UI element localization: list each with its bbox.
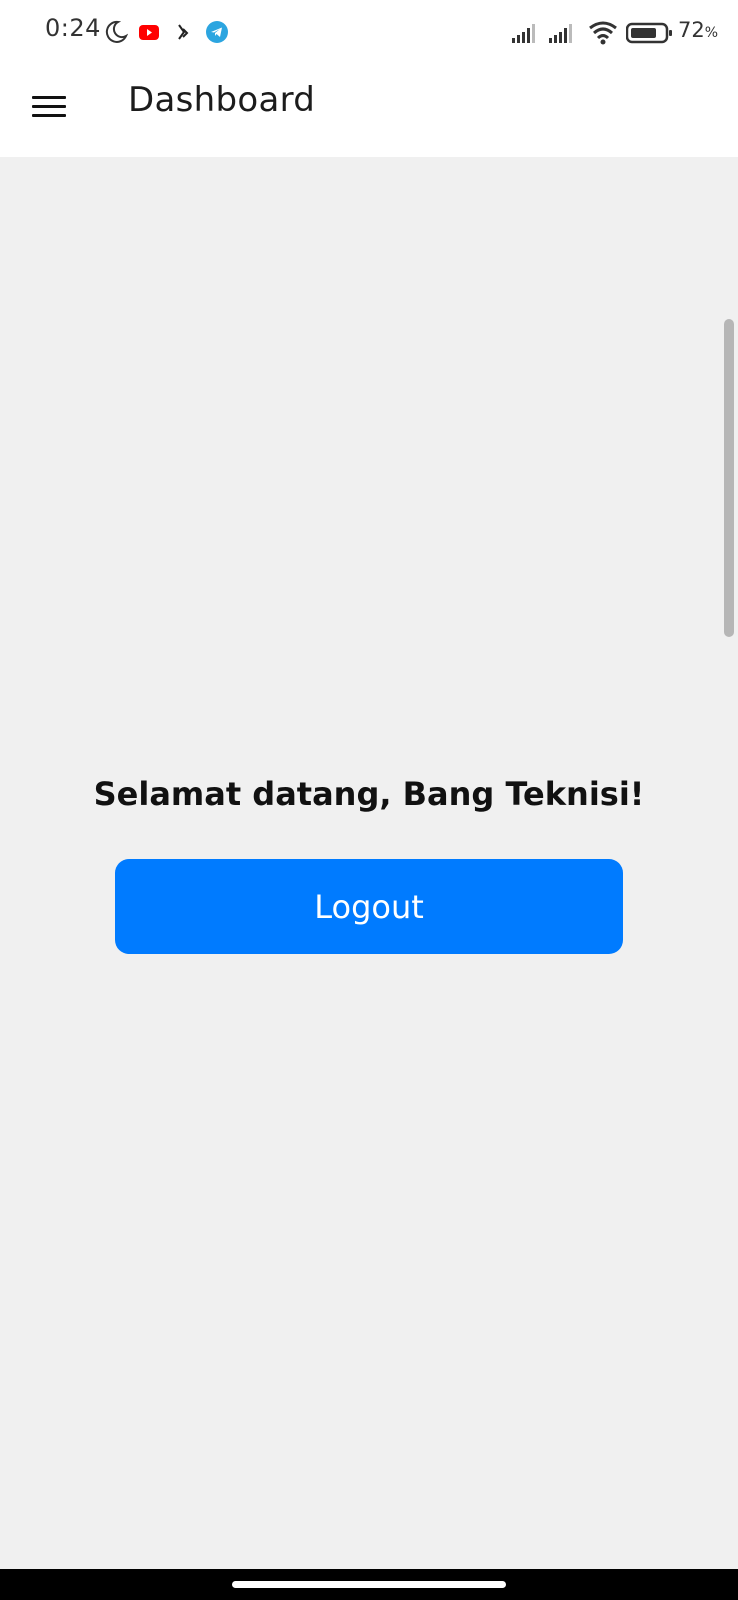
- status-bar: 0:24 72%: [0, 0, 738, 62]
- logout-button[interactable]: Logout: [115, 859, 623, 954]
- signal-icon: [549, 24, 572, 43]
- page-title: Dashboard: [128, 80, 316, 120]
- youtube-icon: [139, 25, 159, 40]
- menu-line: [32, 96, 66, 99]
- screen: 0:24 72% Dashboard Selamat datang, Bang …: [0, 0, 738, 1600]
- app-icon: [178, 24, 189, 40]
- menu-line: [32, 105, 66, 108]
- menu-line: [32, 114, 66, 117]
- app-bar: Dashboard: [0, 62, 738, 157]
- telegram-icon: [206, 21, 228, 43]
- battery-percent-value: 72: [678, 18, 705, 42]
- battery-percent-sign: %: [704, 25, 719, 41]
- moon-icon: [105, 20, 128, 43]
- scrollbar[interactable]: [724, 319, 734, 637]
- battery-icon: [626, 22, 672, 44]
- status-time: 0:24: [45, 14, 101, 42]
- main-content[interactable]: Selamat datang, Bang Teknisi! Logout: [0, 157, 738, 1569]
- signal-icon: [512, 24, 535, 43]
- system-navigation-bar: [0, 1569, 738, 1600]
- hamburger-menu-icon[interactable]: [30, 92, 68, 122]
- wifi-icon: [589, 21, 617, 45]
- home-gesture-handle[interactable]: [232, 1581, 506, 1588]
- battery-percent: 72%: [678, 18, 718, 42]
- welcome-message: Selamat datang, Bang Teknisi!: [93, 775, 645, 813]
